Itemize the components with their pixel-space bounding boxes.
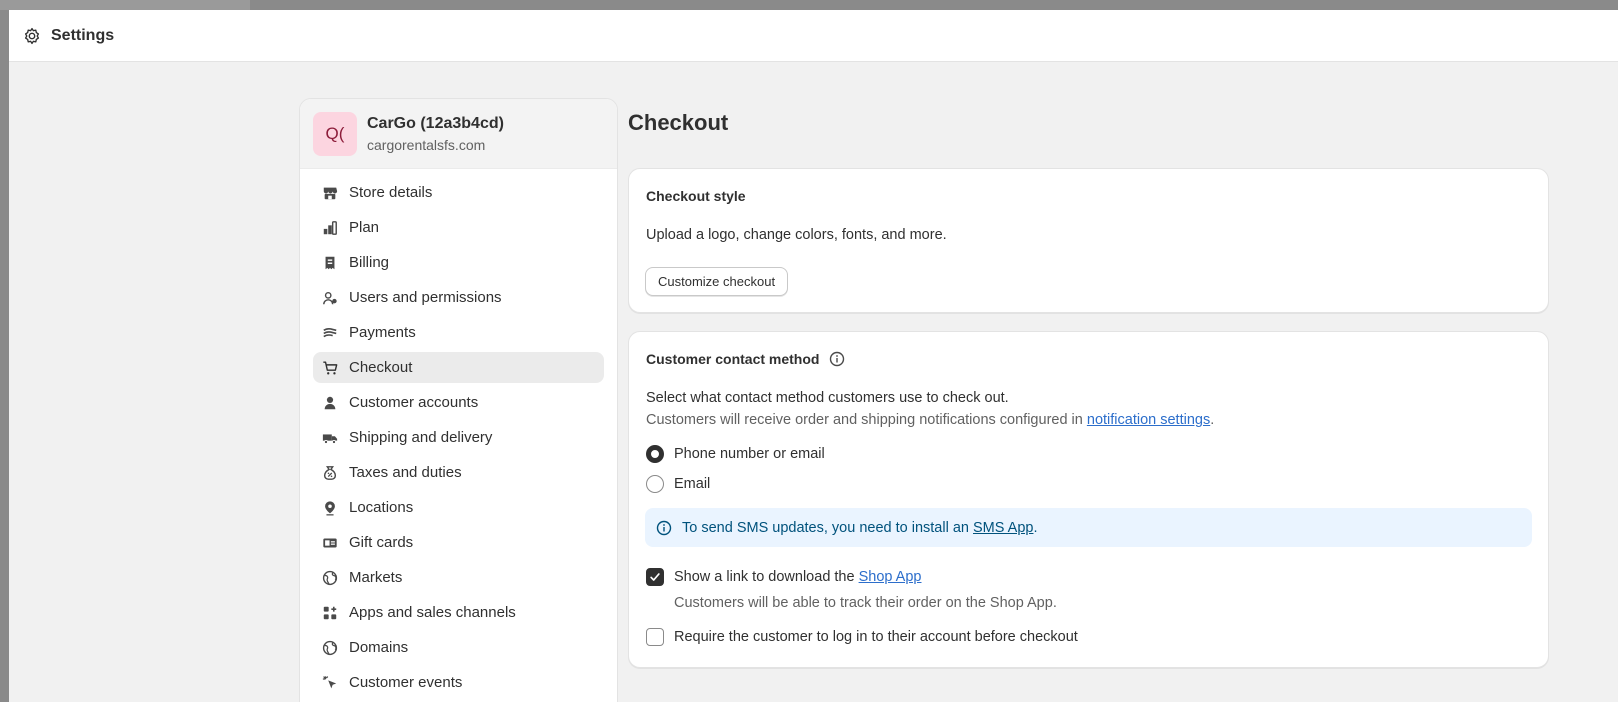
sidebar-item-taxes-and-duties[interactable]: Taxes and duties [313,457,604,488]
sidebar-item-label: Taxes and duties [349,464,462,481]
globe-icon [321,569,339,587]
page-title: Checkout [628,110,729,135]
apps-icon [321,604,339,622]
sidebar-item-billing[interactable]: Billing [313,247,604,278]
info-icon[interactable] [829,351,845,367]
sidebar-item-label: Store details [349,184,433,201]
sms-app-link[interactable]: SMS App [973,520,1033,536]
require-login-checkbox[interactable] [646,628,664,646]
backdrop [0,0,1618,10]
shop-app-prefix: Show a link to download the [674,569,859,585]
sidebar-item-label: Users and permissions [349,289,502,306]
checkout-style-title: Checkout style [646,188,746,204]
sidebar-item-label: Checkout [349,359,413,376]
sidebar-item-label: Plan [349,219,380,236]
users-icon [321,289,339,307]
globe-icon [321,639,339,657]
note-text: Customers will receive order and shippin… [646,412,1087,428]
store-avatar: Q( [313,111,357,156]
sms-info-banner: To send SMS updates, you need to install… [645,508,1532,547]
store-name: CarGo (12a3b4cd) [367,114,504,132]
gift-card-icon [321,534,339,552]
radio-email[interactable]: Email [646,475,710,493]
sidebar-item-label: Gift cards [349,534,414,551]
sidebar-item-label: Shipping and delivery [349,429,493,446]
sidebar-item-customer-accounts[interactable]: Customer accounts [313,387,604,418]
settings-sidebar: Q( CarGo (12a3b4cd) cargorentalsfs.com S… [299,98,618,702]
sidebar-item-label: Customer accounts [349,394,479,411]
shop-app-checkbox[interactable] [646,568,664,586]
contact-method-title: Customer contact method [646,351,820,367]
info-icon [656,520,672,536]
radio-label: Phone number or email [674,446,825,462]
store-icon [321,184,339,202]
settings-header: Settings [9,10,1618,62]
sidebar-item-label: Apps and sales channels [349,604,516,621]
sidebar-item-store-details[interactable]: Store details [313,177,604,208]
store-header[interactable]: Q( CarGo (12a3b4cd) cargorentalsfs.com [300,99,617,169]
sidebar-item-users-and-permissions[interactable]: Users and permissions [313,282,604,313]
sidebar-item-payments[interactable]: Payments [313,317,604,348]
sidebar-item-plan[interactable]: Plan [313,212,604,243]
settings-nav: Store details Plan Billing Users and per… [300,169,617,702]
checkmark-icon [650,573,660,581]
note-suffix: . [1210,412,1215,428]
checkout-style-card: Checkout style Upload a logo, change col… [628,168,1549,313]
banner-text: To send SMS updates, you need to install… [682,520,1037,536]
store-domain: cargorentalsfs.com [367,136,486,153]
shop-app-help-text: Customers will be able to track their or… [674,595,1057,611]
sidebar-item-label: Markets [349,569,403,586]
person-icon [321,394,339,412]
banner-suffix: . [1033,519,1038,536]
location-icon [321,499,339,517]
sidebar-item-gift-cards[interactable]: Gift cards [313,527,604,558]
sidebar-item-label: Customer events [349,674,463,691]
banner-prefix: To send SMS updates, you need to install… [682,519,973,536]
checkout-style-description: Upload a logo, change colors, fonts, and… [646,227,947,243]
receipt-icon [321,254,339,272]
sidebar-item-locations[interactable]: Locations [313,492,604,523]
gear-icon [23,27,41,45]
settings-title: Settings [51,26,115,44]
truck-icon [321,429,339,447]
sidebar-item-label: Billing [349,254,390,271]
settings-modal: Settings Q( CarGo (12a3b4cd) cargorental… [9,10,1618,702]
customer-contact-card: Customer contact method Select what cont… [628,331,1549,668]
radio-button[interactable] [646,475,664,493]
radio-button-selected[interactable] [646,445,664,463]
sidebar-item-markets[interactable]: Markets [313,562,604,593]
payments-icon [321,324,339,342]
contact-method-prompt: Select what contact method customers use… [646,390,1009,406]
require-login-label: Require the customer to log in to their … [674,629,1078,645]
sidebar-item-label: Locations [349,499,414,516]
radio-label: Email [674,476,711,492]
plan-icon [321,219,339,237]
tax-icon [321,464,339,482]
contact-method-note: Customers will receive order and shippin… [646,412,1214,428]
sidebar-item-label: Domains [349,639,409,656]
sidebar-item-domains[interactable]: Domains [313,632,604,663]
customize-checkout-button[interactable]: Customize checkout [645,267,789,296]
sidebar-item-apps-and-sales-channels[interactable]: Apps and sales channels [313,597,604,628]
sidebar-item-customer-events[interactable]: Customer events [313,667,604,698]
radio-phone-or-email[interactable]: Phone number or email [646,445,825,463]
require-login-checkbox-row[interactable]: Require the customer to log in to their … [646,628,1078,646]
cursor-icon [321,674,339,692]
cart-icon [321,359,339,377]
sidebar-item-checkout[interactable]: Checkout [313,352,604,383]
notification-settings-link[interactable]: notification settings [1087,412,1210,428]
sidebar-item-shipping-and-delivery[interactable]: Shipping and delivery [313,422,604,453]
sidebar-item-label: Payments [349,324,416,341]
shop-app-checkbox-row[interactable]: Show a link to download the Shop App [646,568,922,586]
shop-app-label: Show a link to download the Shop App [674,569,922,585]
shop-app-link[interactable]: Shop App [859,569,922,585]
